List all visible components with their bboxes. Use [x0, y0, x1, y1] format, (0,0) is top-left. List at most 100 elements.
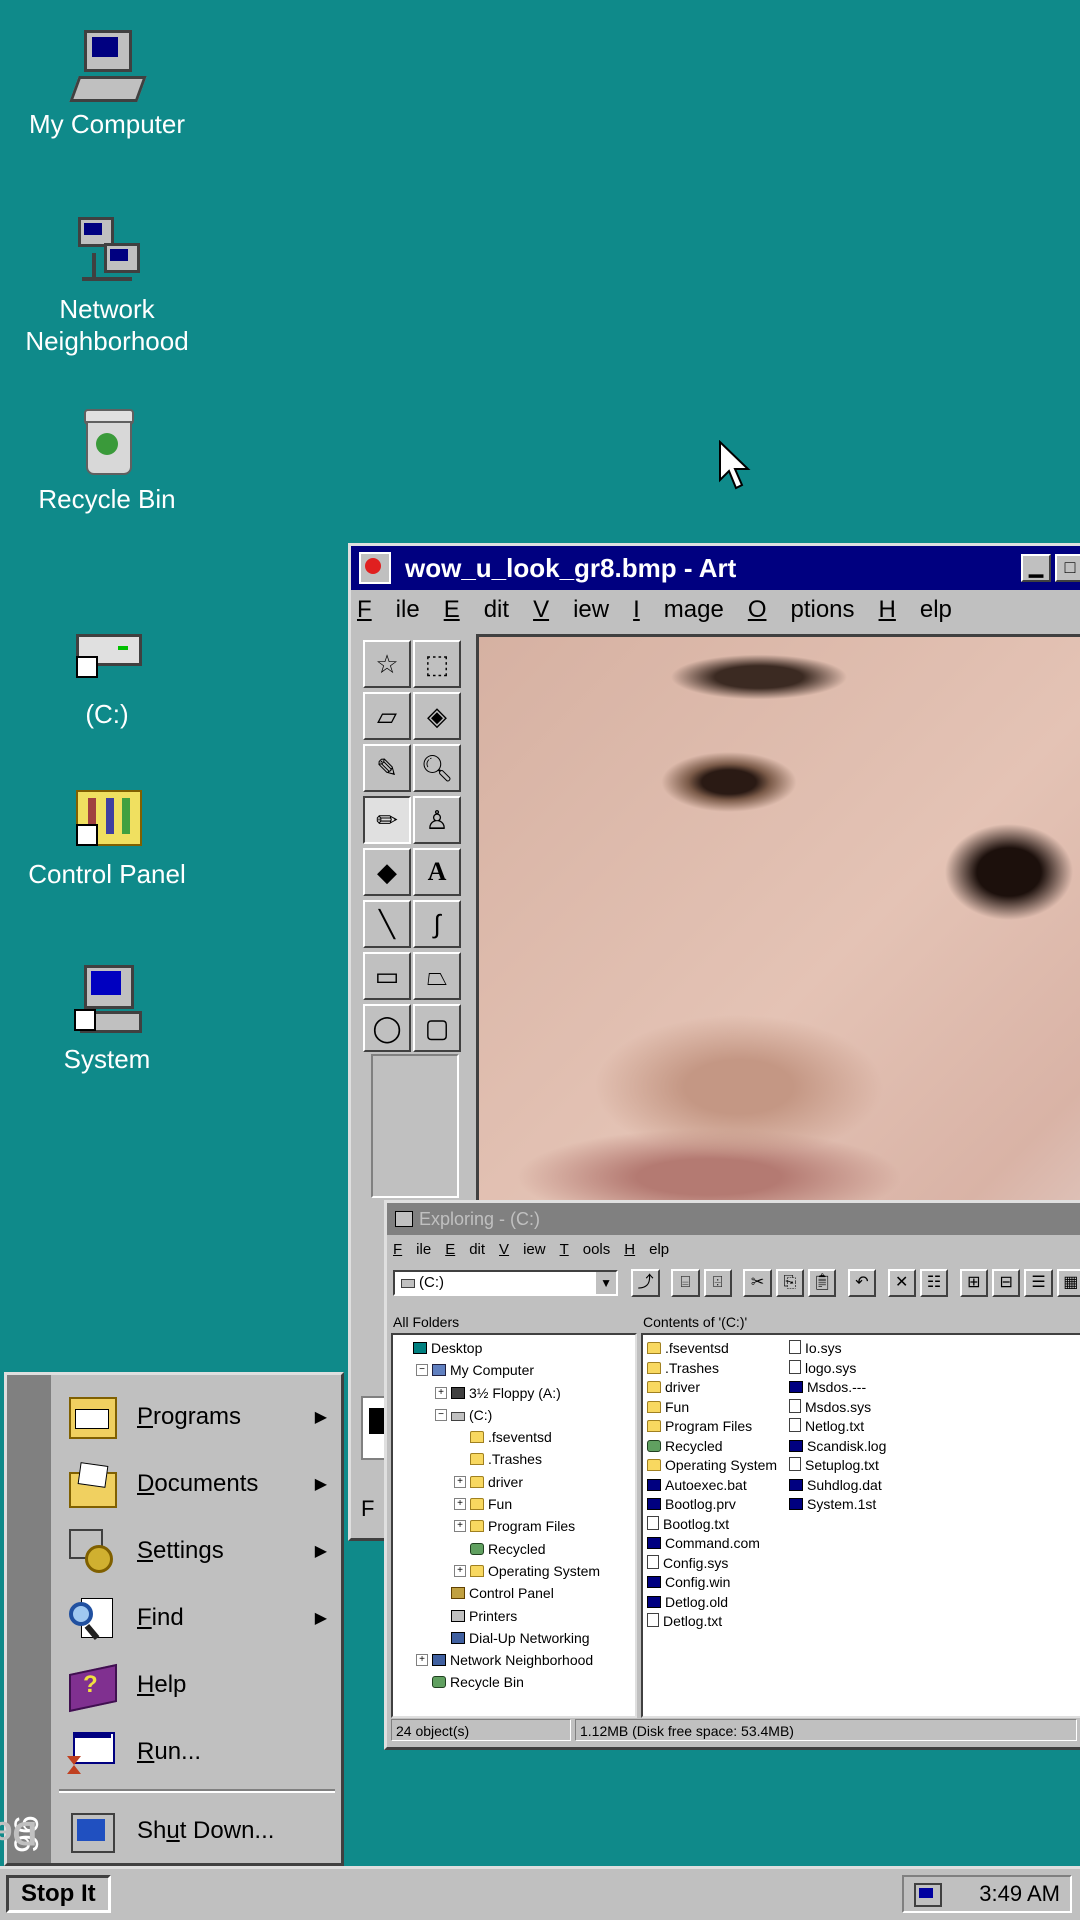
tree-item[interactable]: .Trashes [393, 1448, 635, 1470]
expand-icon[interactable]: + [454, 1475, 466, 1488]
eraser-tool[interactable]: ▱ [363, 692, 411, 740]
magnifier-tool[interactable]: 🔍︎ [413, 744, 461, 792]
curve-tool[interactable]: ∫ [413, 900, 461, 948]
file-list-item[interactable]: Recycled [647, 1437, 777, 1457]
tree-item[interactable]: − (C:) [393, 1404, 635, 1426]
tree-item[interactable]: + Fun [393, 1493, 635, 1515]
expand-icon[interactable]: + [454, 1564, 466, 1577]
minimize-button[interactable]: ▁ [1021, 554, 1051, 582]
tree-item[interactable]: Dial-Up Networking [393, 1627, 635, 1649]
file-list-item[interactable]: Scandisk.log [789, 1437, 886, 1457]
file-list-item[interactable]: Setuplog.txt [789, 1456, 886, 1476]
tree-item[interactable]: − My Computer [393, 1359, 635, 1381]
tray-display-icon[interactable] [914, 1883, 942, 1907]
expand-icon[interactable]: + [454, 1498, 466, 1511]
file-list-item[interactable]: Bootlog.txt [647, 1515, 777, 1535]
polygon-tool[interactable]: ⏢ [413, 952, 461, 1000]
line-tool[interactable]: ╲ [363, 900, 411, 948]
tree-item[interactable]: + Operating System [393, 1560, 635, 1582]
desktop-icon-my-computer[interactable]: My Computer [17, 30, 197, 140]
address-combo[interactable]: (C:) ▼ [393, 1270, 619, 1296]
explorer-menu-file[interactable]: File [393, 1241, 431, 1258]
list-view-button[interactable]: ☰ [1024, 1269, 1053, 1297]
expand-icon[interactable]: + [435, 1386, 447, 1399]
tree-item[interactable]: Desktop [393, 1337, 635, 1359]
copy-button[interactable]: ⎘ [775, 1269, 804, 1297]
undo-button[interactable]: ↶ [847, 1269, 877, 1297]
file-list-item[interactable]: System.1st [789, 1495, 886, 1515]
start-menu-item-documents[interactable]: Documents ▶ [67, 1454, 333, 1514]
start-button[interactable]: Stop It [6, 1875, 111, 1913]
file-list-item[interactable]: Config.win [647, 1573, 777, 1593]
delete-button[interactable]: ✕ [887, 1269, 916, 1297]
file-list-item[interactable]: Detlog.old [647, 1593, 777, 1613]
start-menu-item-run[interactable]: Run... [67, 1722, 333, 1782]
desktop-icon-control-panel[interactable]: ↗ Control Panel [17, 780, 197, 890]
file-list-item[interactable]: Operating System [647, 1456, 777, 1476]
tree-item[interactable]: + Network Neighborhood [393, 1649, 635, 1671]
text-tool[interactable]: A [413, 848, 461, 896]
tree-item[interactable]: .fseventsd [393, 1426, 635, 1448]
start-menu-item-help[interactable]: ? Help [67, 1655, 333, 1715]
start-menu-item-shutdown[interactable]: Shut Down... [67, 1801, 333, 1861]
rect-select-tool[interactable]: ⬚ [413, 640, 461, 688]
folder-tree-pane[interactable]: Desktop − My Computer +3½ Floppy (A:) − (C:).… [391, 1333, 637, 1718]
rectangle-tool[interactable]: ▭ [363, 952, 411, 1000]
chevron-down-icon[interactable]: ▼ [596, 1272, 617, 1294]
desktop-icon-system[interactable]: ↗ System [17, 965, 197, 1075]
rounded-rect-tool[interactable]: ▢ [413, 1004, 461, 1052]
file-list-item[interactable]: Command.com [647, 1534, 777, 1554]
file-list-item[interactable]: Config.sys [647, 1554, 777, 1574]
explorer-menu-help[interactable]: Help [624, 1241, 669, 1258]
file-list-item[interactable]: .Trashes [647, 1359, 777, 1379]
brush-tool[interactable]: ♙ [413, 796, 461, 844]
ellipse-tool[interactable]: ◯ [363, 1004, 411, 1052]
paint-menu-view[interactable]: View [533, 596, 609, 624]
file-list-item[interactable]: Msdos.--- [789, 1378, 886, 1398]
tree-item[interactable]: +3½ Floppy (A:) [393, 1382, 635, 1404]
start-menu-item-find[interactable]: Find ▶ [67, 1588, 333, 1648]
map-drive-button[interactable]: ⌸ [671, 1269, 700, 1297]
file-list-item[interactable]: Autoexec.bat [647, 1476, 777, 1496]
up-folder-button[interactable]: ⤴ [631, 1269, 660, 1297]
tree-item[interactable]: Recycled [393, 1538, 635, 1560]
small-icons-button[interactable]: ⊟ [992, 1269, 1021, 1297]
file-list-item[interactable]: Program Files [647, 1417, 777, 1437]
tree-item[interactable]: Printers [393, 1605, 635, 1627]
large-icons-button[interactable]: ⊞ [959, 1269, 989, 1297]
color-picker-tool[interactable]: ✎ [363, 744, 411, 792]
file-list-item[interactable]: Msdos.sys [789, 1398, 886, 1418]
explorer-titlebar[interactable]: Exploring - (C:) [387, 1203, 1080, 1235]
tree-item[interactable]: + driver [393, 1471, 635, 1493]
clock[interactable]: 3:49 AM [979, 1881, 1060, 1906]
details-view-button[interactable]: ▦ [1056, 1269, 1080, 1297]
expand-icon[interactable]: + [454, 1520, 466, 1533]
desktop-icon-recycle-bin[interactable]: Recycle Bin [17, 405, 197, 515]
paint-titlebar[interactable]: wow_u_look_gr8.bmp - Art ▁ □ [351, 546, 1080, 590]
start-menu-item-programs[interactable]: Programs ▶ [67, 1387, 333, 1447]
paint-menu-options[interactable]: Options [748, 596, 855, 624]
contents-pane[interactable]: .fseventsd .Trashes driver Fun Program Files… [641, 1333, 1080, 1718]
start-menu-item-settings[interactable]: Settings ▶ [67, 1521, 333, 1581]
explorer-window[interactable]: Exploring - (C:) File Edit View Tools He… [384, 1200, 1080, 1750]
cut-button[interactable]: ✂ [743, 1269, 772, 1297]
fill-tool[interactable]: ◈ [413, 692, 461, 740]
tree-item[interactable]: Control Panel [393, 1582, 635, 1604]
pencil-tool[interactable]: ✏ [363, 796, 411, 844]
file-list-item[interactable]: .fseventsd [647, 1339, 777, 1359]
file-list-item[interactable]: logo.sys [789, 1359, 886, 1379]
paint-menu-file[interactable]: File [357, 596, 420, 624]
properties-button[interactable]: ☷ [919, 1269, 949, 1297]
file-list-item[interactable]: driver [647, 1378, 777, 1398]
collapse-icon[interactable]: − [435, 1408, 447, 1421]
paint-menu-image[interactable]: Image [633, 596, 724, 624]
paint-menu-help[interactable]: Help [879, 596, 952, 624]
file-list-item[interactable]: Netlog.txt [789, 1417, 886, 1437]
explorer-menu-edit[interactable]: Edit [445, 1241, 485, 1258]
airbrush-tool[interactable]: ◆ [363, 848, 411, 896]
tree-item[interactable]: + Program Files [393, 1515, 635, 1537]
tree-item[interactable]: Recycle Bin [393, 1671, 635, 1693]
collapse-icon[interactable]: − [416, 1364, 428, 1377]
file-list-item[interactable]: Fun [647, 1398, 777, 1418]
file-list-item[interactable]: Suhdlog.dat [789, 1476, 886, 1496]
